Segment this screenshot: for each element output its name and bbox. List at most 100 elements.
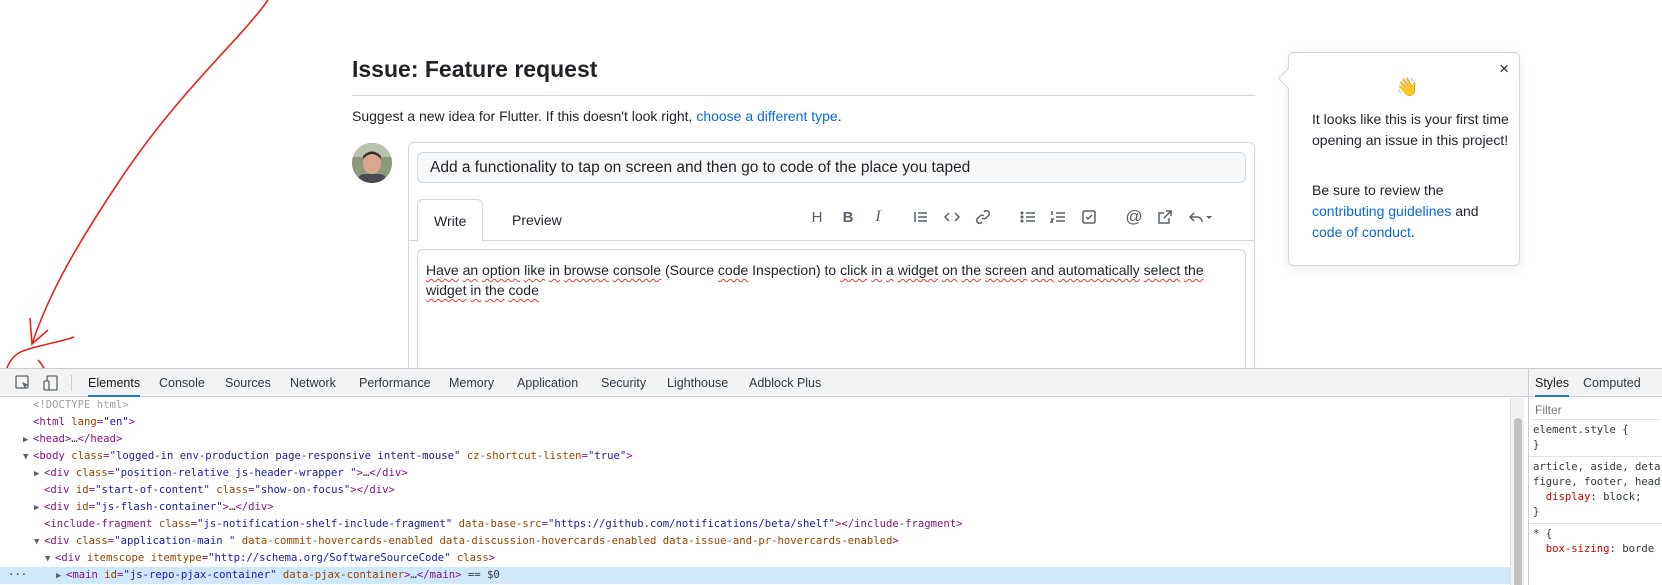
body-word: widget (426, 282, 467, 298)
tab-styles[interactable]: Styles (1535, 369, 1570, 397)
close-icon[interactable]: × (1499, 59, 1509, 79)
body-word: click (840, 262, 868, 278)
body-word: the (961, 262, 982, 278)
body-word: Have (426, 262, 459, 278)
dom-node-selected[interactable]: ··· ▶ <main id="js-repo-pjax-container" da… (0, 567, 1510, 584)
body-word: and (1030, 262, 1055, 278)
task-list-icon[interactable] (1076, 203, 1102, 231)
dom-scrollbar[interactable] (1510, 398, 1524, 585)
style-rule-line[interactable]: element.style { (1529, 423, 1662, 438)
body-word: console (612, 262, 662, 278)
style-rule-line[interactable]: } (1529, 438, 1662, 453)
issue-page: Issue: Feature request Suggest a new ide… (0, 0, 1662, 368)
subtitle-text: Suggest a new idea for Flutter. If this … (352, 108, 697, 124)
style-rule-line[interactable]: * { (1529, 527, 1662, 542)
dom-node[interactable]: <div id="start-of-content" class="show-o… (0, 482, 395, 499)
styles-filter-input[interactable] (1533, 400, 1659, 420)
body-word: Inspection) (752, 262, 821, 278)
tab-computed[interactable]: Computed (1583, 369, 1641, 397)
body-word: widget (897, 262, 939, 278)
italic-icon[interactable]: I (865, 203, 891, 231)
avatar[interactable] (352, 143, 392, 183)
link-icon[interactable] (970, 203, 996, 231)
devtools-tab-adblock-plus[interactable]: Adblock Plus (749, 369, 821, 397)
body-word: in (470, 282, 482, 298)
choose-different-type-link[interactable]: choose a different type (696, 108, 837, 124)
body-word: a (886, 262, 894, 278)
devtools-panel: Elements Console Sources Network Performance… (0, 368, 1662, 585)
body-word: select (1143, 262, 1181, 278)
device-toolbar-icon[interactable] (42, 374, 60, 392)
style-rule-line[interactable]: figure, footer, head (1529, 475, 1662, 490)
devtools-tab-security[interactable]: Security (601, 369, 646, 397)
body-word: like (524, 262, 546, 278)
style-rule-line[interactable]: } (1529, 505, 1662, 520)
first-issue-popover: × 👋 It looks like this is your first tim… (1288, 52, 1520, 266)
dom-node[interactable]: <html lang="en"> (0, 414, 135, 431)
body-word: in (871, 262, 883, 278)
dom-node[interactable]: ▼ <div class="application-main " data-com… (0, 533, 899, 550)
popover-message: It looks like this is your first time op… (1312, 111, 1509, 148)
dom-node[interactable]: ▼ <div itemscope itemtype="http://schema.… (0, 550, 495, 567)
body-word: screen (984, 262, 1027, 278)
page-title: Issue: Feature request (352, 56, 598, 82)
body-word: browse (563, 262, 609, 278)
style-rules: element.style {} article, aside, deta figu… (1529, 423, 1662, 557)
subtitle-suffix: . (837, 108, 842, 124)
scrollbar-thumb[interactable] (1514, 418, 1522, 585)
tab-write[interactable]: Write (417, 199, 484, 242)
devtools-tab-performance[interactable]: Performance (359, 369, 431, 397)
dom-node[interactable]: ▼ <body class="logged-in env-production p… (0, 448, 633, 465)
style-rule-line[interactable]: box-sizing: borde (1529, 542, 1662, 557)
rule-divider (1529, 523, 1662, 524)
numbered-list-icon[interactable] (1045, 203, 1071, 231)
toolbar-divider (71, 375, 72, 391)
styles-tabs: Styles Computed (1529, 369, 1662, 397)
saved-replies-icon[interactable] (1183, 203, 1217, 231)
devtools-tab-elements[interactable]: Elements (88, 369, 141, 397)
wave-icon: 👋 (1396, 77, 1419, 97)
issue-body-textarea[interactable]: Have an option like in browse console (S… (417, 249, 1246, 368)
dom-node[interactable]: <!DOCTYPE html> (0, 398, 129, 414)
body-word: (Source (664, 262, 715, 278)
devtools-tab-memory[interactable]: Memory (449, 369, 494, 397)
title-divider (352, 95, 1255, 96)
devtools-tab-lighthouse[interactable]: Lighthouse (667, 369, 728, 397)
quote-icon[interactable] (908, 203, 934, 231)
code-of-conduct-link[interactable]: code of conduct (1312, 224, 1411, 240)
body-word: the (485, 282, 505, 298)
devtools-tab-sources[interactable]: Sources (225, 369, 271, 397)
code-icon[interactable] (939, 203, 965, 231)
devtools-tab-console[interactable]: Console (159, 369, 205, 397)
reference-icon[interactable] (1152, 203, 1178, 231)
popover-guidelines-text: Be sure to review the contributing guide… (1312, 182, 1479, 240)
body-word: to (824, 262, 837, 278)
body-word: the (1184, 262, 1204, 278)
devtools-tab-network[interactable]: Network (290, 369, 336, 397)
dom-node[interactable]: ▶ <div id="js-flash-container">…</div> (0, 499, 274, 516)
body-word: automatically (1058, 262, 1140, 278)
devtools-toolbar: Elements Console Sources Network Performance… (0, 369, 1662, 397)
body-word: on (942, 262, 958, 278)
styles-pane: Styles Computed element.style {} article,… (1528, 369, 1662, 585)
heading-icon[interactable]: H (804, 203, 830, 231)
dom-node[interactable]: ▶ <head>…</head> (0, 431, 122, 448)
mention-icon[interactable]: @ (1121, 203, 1147, 231)
style-rule-line[interactable]: display: block; (1529, 490, 1662, 505)
inspect-element-icon[interactable] (14, 374, 32, 392)
body-word: code (717, 262, 749, 278)
dom-node[interactable]: <include-fragment class="js-notification… (0, 516, 963, 533)
new-issue-editor: Write Preview H B I @ Have an option lik… (408, 142, 1255, 368)
contributing-guidelines-link[interactable]: contributing guidelines (1312, 203, 1451, 219)
body-word: option (482, 262, 521, 278)
dom-tree: <!DOCTYPE html> <html lang="en"> ▶ <head>…<… (0, 398, 1510, 585)
issue-title-input[interactable] (417, 152, 1246, 183)
bold-icon[interactable]: B (835, 203, 861, 231)
dom-node[interactable]: ▶ <div class="position-relative js-header… (0, 465, 408, 482)
devtools-tab-application[interactable]: Application (517, 369, 578, 397)
bulleted-list-icon[interactable] (1015, 203, 1041, 231)
body-word: in (549, 262, 560, 278)
rule-divider (1529, 456, 1662, 457)
style-rule-line[interactable]: article, aside, deta (1529, 460, 1662, 475)
tab-preview[interactable]: Preview (496, 199, 578, 242)
